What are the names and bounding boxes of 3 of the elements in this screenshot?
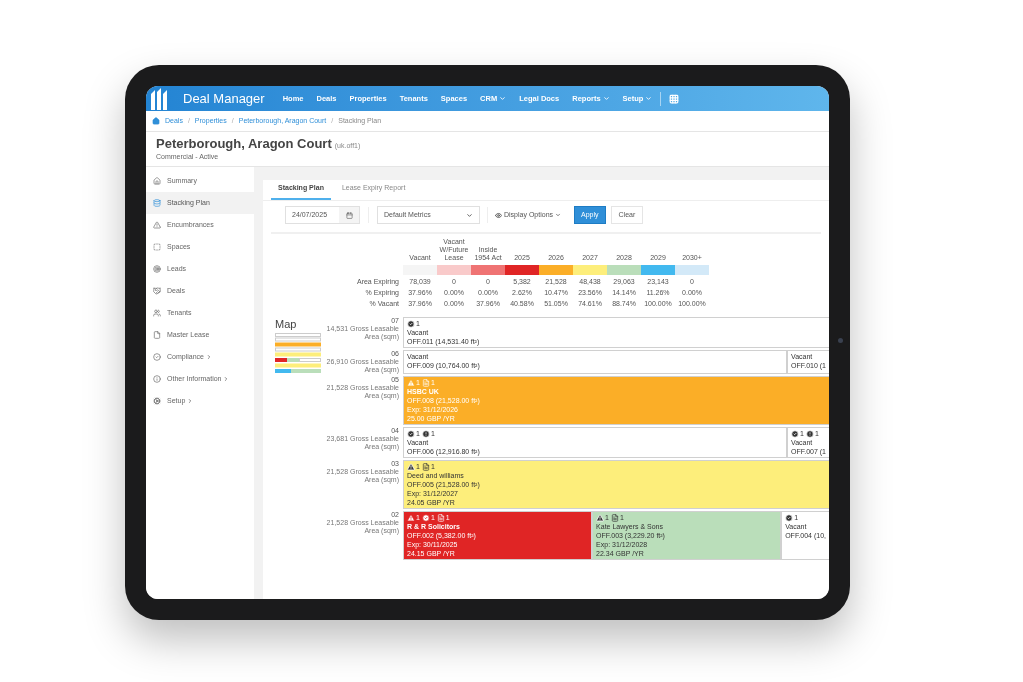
page-title: Peterborough, Aragon Court (156, 135, 332, 152)
map-title: Map (275, 317, 298, 331)
brand-name[interactable]: Deal Manager (183, 88, 265, 109)
